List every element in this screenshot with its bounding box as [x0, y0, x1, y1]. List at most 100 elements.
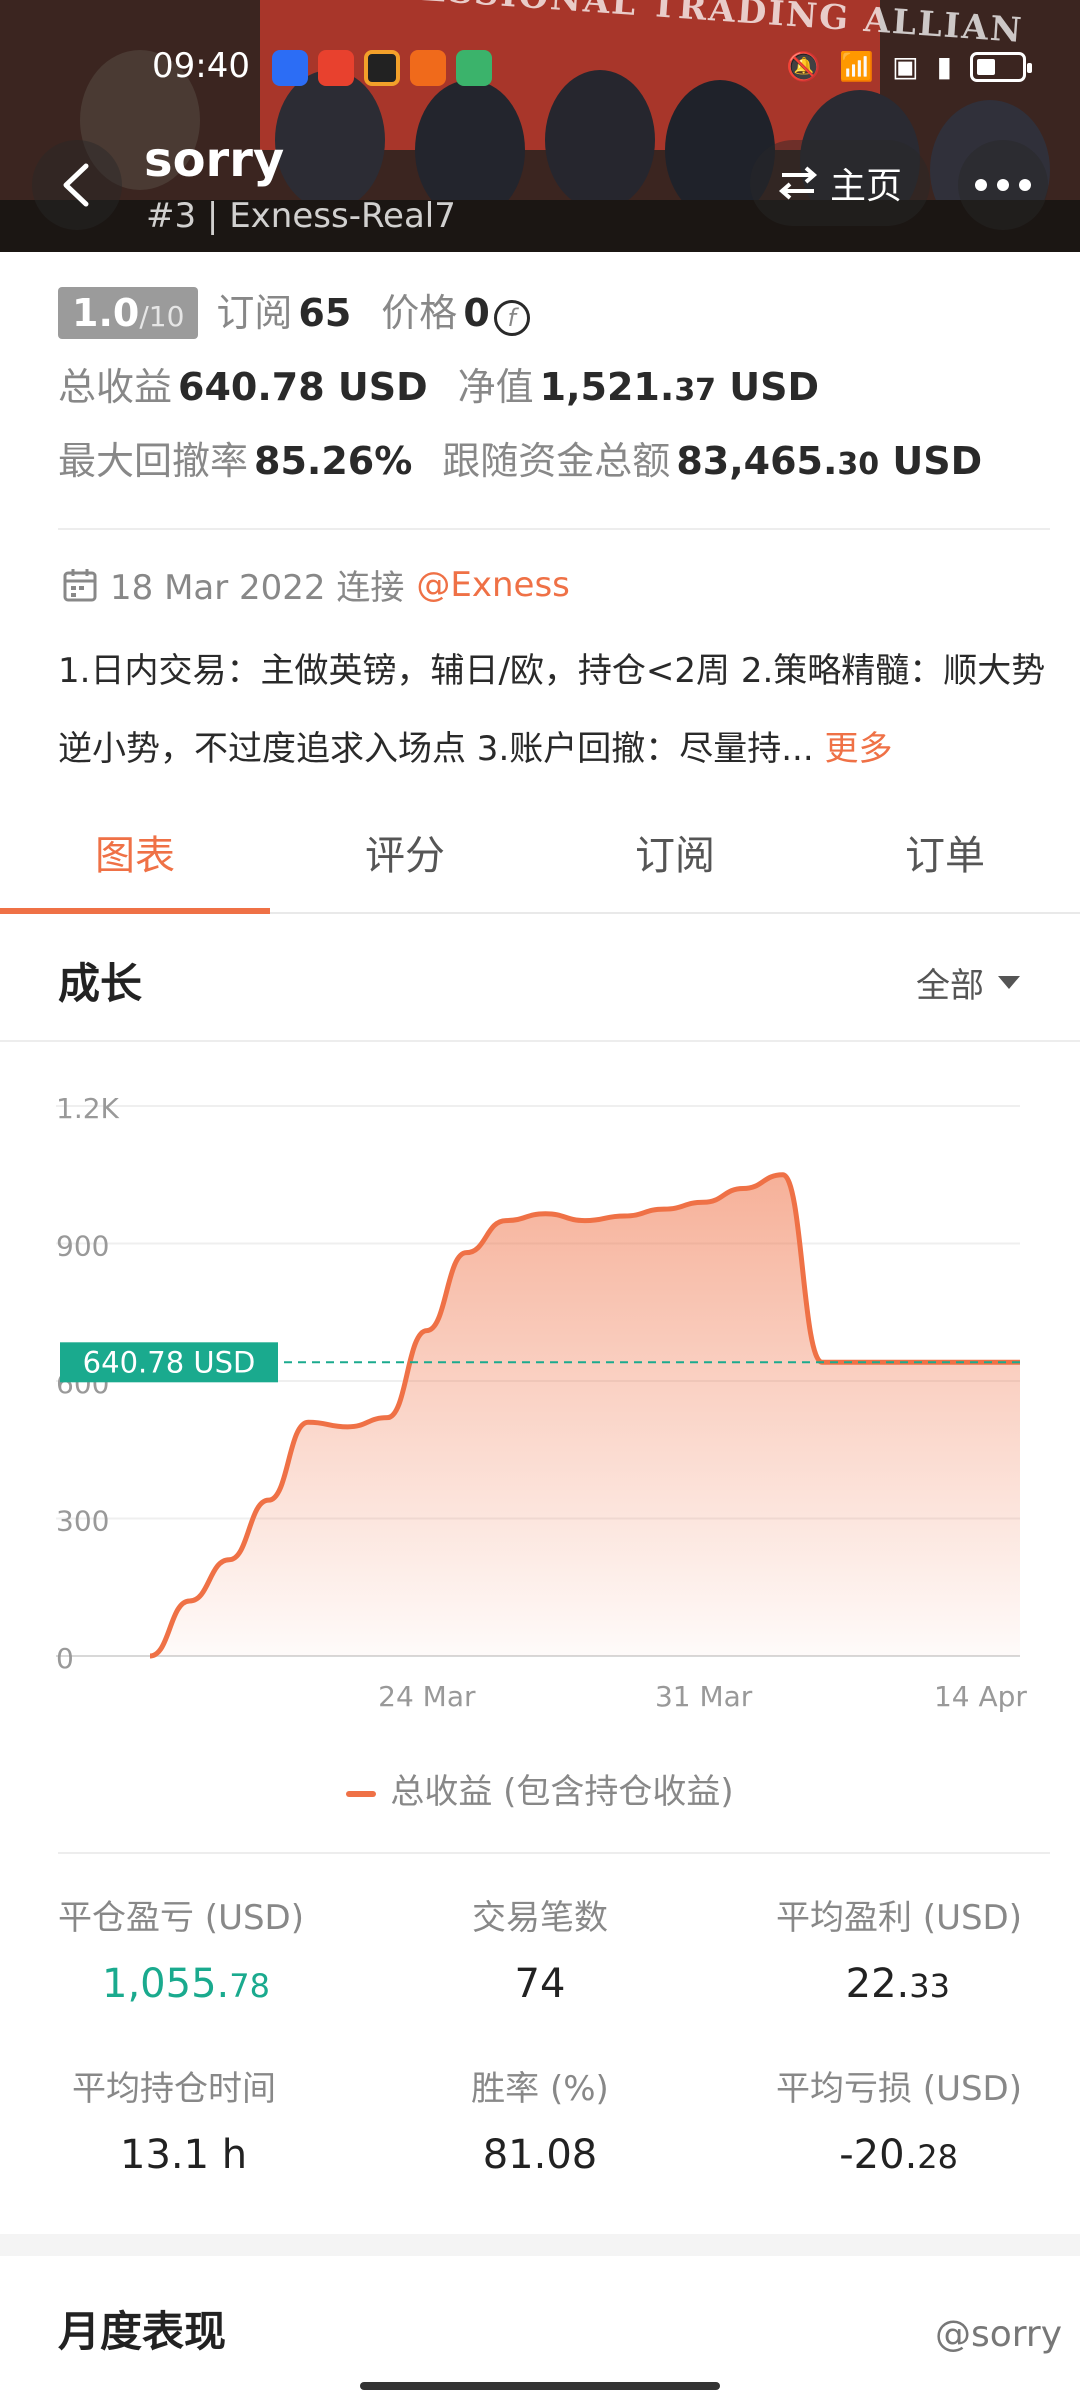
- equity-main: 1,521.: [539, 365, 675, 409]
- baidu-app-icon: [272, 50, 308, 86]
- tab-subscribe[interactable]: 订阅: [540, 800, 810, 912]
- status-app-icons: [272, 50, 492, 86]
- stat-value: 1,055.78: [58, 1961, 270, 2007]
- total-profit-unit: USD: [324, 365, 428, 409]
- swap-icon: [778, 166, 818, 200]
- xiaohongshu-app-icon: [318, 50, 354, 86]
- subscribe-count: 65: [298, 291, 352, 335]
- tab-rating[interactable]: 评分: [270, 800, 540, 912]
- stat-label: 平均亏损 (USD): [776, 2069, 1022, 2109]
- stat-trade-count: 交易笔数 74: [379, 1890, 700, 2007]
- x-tick-label: 14 Apr: [934, 1680, 1027, 1713]
- stat-label: 平均持仓时间: [72, 2069, 276, 2109]
- stat-avg-loss: 平均亏损 (USD) -20.28: [701, 2061, 1022, 2178]
- y-tick-label: 0: [56, 1642, 74, 1675]
- x-tick-label: 31 Mar: [655, 1680, 753, 1713]
- follow-unit: USD: [879, 439, 983, 483]
- reference-label: 640.78 USD: [83, 1345, 256, 1379]
- equity-label: 净值: [457, 365, 534, 409]
- more-dots-icon: [975, 179, 1031, 191]
- signal-5g-icon: ▮: [936, 50, 952, 83]
- stat-value: 22.33: [846, 1961, 1022, 2007]
- y-tick-label: 900: [56, 1230, 109, 1263]
- score-badge: 1.0/10: [58, 287, 199, 339]
- legend-swatch: [346, 1790, 377, 1797]
- chevron-left-icon: [63, 163, 89, 207]
- home-label: 主页: [829, 166, 902, 207]
- header-banner: ESSIONAL TRADING ALLIAN 09:40 🔕 📶 ▣ ▮ so…: [0, 0, 1080, 252]
- chart-legend: 总收益 (包含持仓收益): [0, 1764, 1080, 1813]
- summary-row-1: 1.0/10 订阅 65 价格 0 f: [58, 282, 1048, 356]
- price-label: 价格: [381, 291, 458, 335]
- divider: [58, 1852, 1050, 1854]
- home-indicator[interactable]: [360, 2382, 720, 2390]
- stat-value-main: 22.: [845, 1961, 910, 2007]
- description-text: 1.日内交易：主做英镑，辅日/欧，持仓<2周 2.策略精髓：顺大势逆小势，不过度…: [58, 651, 1046, 769]
- drawdown-label: 最大回撤率: [58, 439, 249, 483]
- equity-unit: USD: [716, 365, 820, 409]
- more-link[interactable]: 更多: [824, 729, 892, 769]
- mute-icon: 🔕: [786, 50, 822, 83]
- score-max: /10: [139, 300, 185, 333]
- trader-account: #3 | Exness-Real7: [146, 196, 456, 236]
- stat-value: 81.08: [482, 2132, 598, 2178]
- trader-name: sorry: [144, 132, 285, 188]
- stat-value-cents: 33: [909, 1967, 950, 2005]
- battery-icon: [970, 51, 1032, 82]
- strategy-description: 1.日内交易：主做英镑，辅日/欧，持仓<2周 2.策略精髓：顺大势逆小势，不过度…: [58, 632, 1052, 788]
- caret-down-icon: [998, 975, 1020, 989]
- back-button[interactable]: [32, 140, 122, 230]
- tab-bar: 图表 评分 订阅 订单: [0, 800, 1080, 914]
- stat-value: 13.1 h: [120, 2132, 248, 2178]
- drawdown-value: 85.26%: [254, 439, 413, 483]
- subscribe-label: 订阅: [216, 291, 293, 335]
- divider: [58, 528, 1050, 530]
- stat-win-rate: 胜率 (%) 81.08: [379, 2061, 700, 2178]
- more-options-button[interactable]: [958, 140, 1048, 230]
- hd-icon: ▣: [892, 50, 919, 83]
- y-tick-label: 1.2K: [56, 1092, 120, 1125]
- growth-chart: 0 300 600 900 1.2K 24 Mar 31 Mar 14 Apr 640.78 U…: [0, 1060, 1080, 1720]
- summary-row-2: 总收益 640.78 USD 净值 1,521.37 USD: [58, 356, 1048, 430]
- coin-icon: f: [493, 300, 530, 336]
- x-tick-label: 24 Mar: [378, 1680, 476, 1713]
- legend-label: 总收益 (包含持仓收益): [390, 1772, 734, 1812]
- stat-avg-hold-time: 平均持仓时间 13.1 h: [58, 2061, 379, 2178]
- range-selector[interactable]: 全部: [916, 958, 1020, 1007]
- stat-label: 胜率 (%): [471, 2069, 609, 2109]
- status-bar: 09:40 🔕 📶 ▣ ▮: [0, 40, 1080, 96]
- follow-main: 83,465.: [676, 439, 838, 483]
- play-app-icon: [456, 50, 492, 86]
- status-time: 09:40: [152, 46, 250, 86]
- price-value: 0: [463, 291, 490, 335]
- total-profit-value: 640.78 USD: [178, 365, 428, 409]
- status-right: 🔕 📶 ▣ ▮: [786, 50, 1032, 83]
- stat-avg-profit: 平均盈利 (USD) 22.33: [701, 1890, 1022, 2007]
- stat-value-cents: 28: [917, 2138, 958, 2176]
- trader-summary: 1.0/10 订阅 65 价格 0 f 总收益 640.78 USD 净值 1,…: [58, 282, 1048, 504]
- home-button[interactable]: 主页: [750, 140, 930, 226]
- follow-label: 跟随资金总额: [442, 439, 671, 483]
- stat-value-cents: 78: [229, 1967, 270, 2005]
- stat-value: 74: [514, 1961, 566, 2007]
- divider: [0, 1040, 1080, 1042]
- stat-label: 平仓盈亏 (USD): [58, 1898, 304, 1938]
- summary-row-3: 最大回撤率 85.26% 跟随资金总额 83,465.30 USD: [58, 430, 1048, 504]
- broker-link[interactable]: @Exness: [416, 565, 570, 605]
- range-label: 全部: [916, 966, 984, 1006]
- equity-value: 1,521.37 USD: [540, 365, 819, 409]
- stat-value-main: 1,055.: [102, 1961, 230, 2007]
- follow-value: 83,465.30 USD: [676, 439, 982, 483]
- monthly-title: 月度表现: [58, 2307, 227, 2356]
- tab-chart[interactable]: 图表: [0, 800, 270, 914]
- stat-label: 平均盈利 (USD): [776, 1898, 1022, 1938]
- stats-grid: 平仓盈亏 (USD) 1,055.78 交易笔数 74 平均盈利 (USD) 2…: [58, 1890, 1022, 2178]
- growth-title: 成长: [58, 959, 143, 1008]
- watermark: @sorry: [934, 2314, 1062, 2355]
- total-profit-label: 总收益: [58, 365, 173, 409]
- stat-closed-pnl: 平仓盈亏 (USD) 1,055.78: [58, 1890, 379, 2007]
- tab-orders[interactable]: 订单: [810, 800, 1080, 912]
- section-gap: [0, 2234, 1080, 2256]
- series-area: [150, 1174, 1020, 1656]
- equity-cents: 37: [674, 373, 717, 408]
